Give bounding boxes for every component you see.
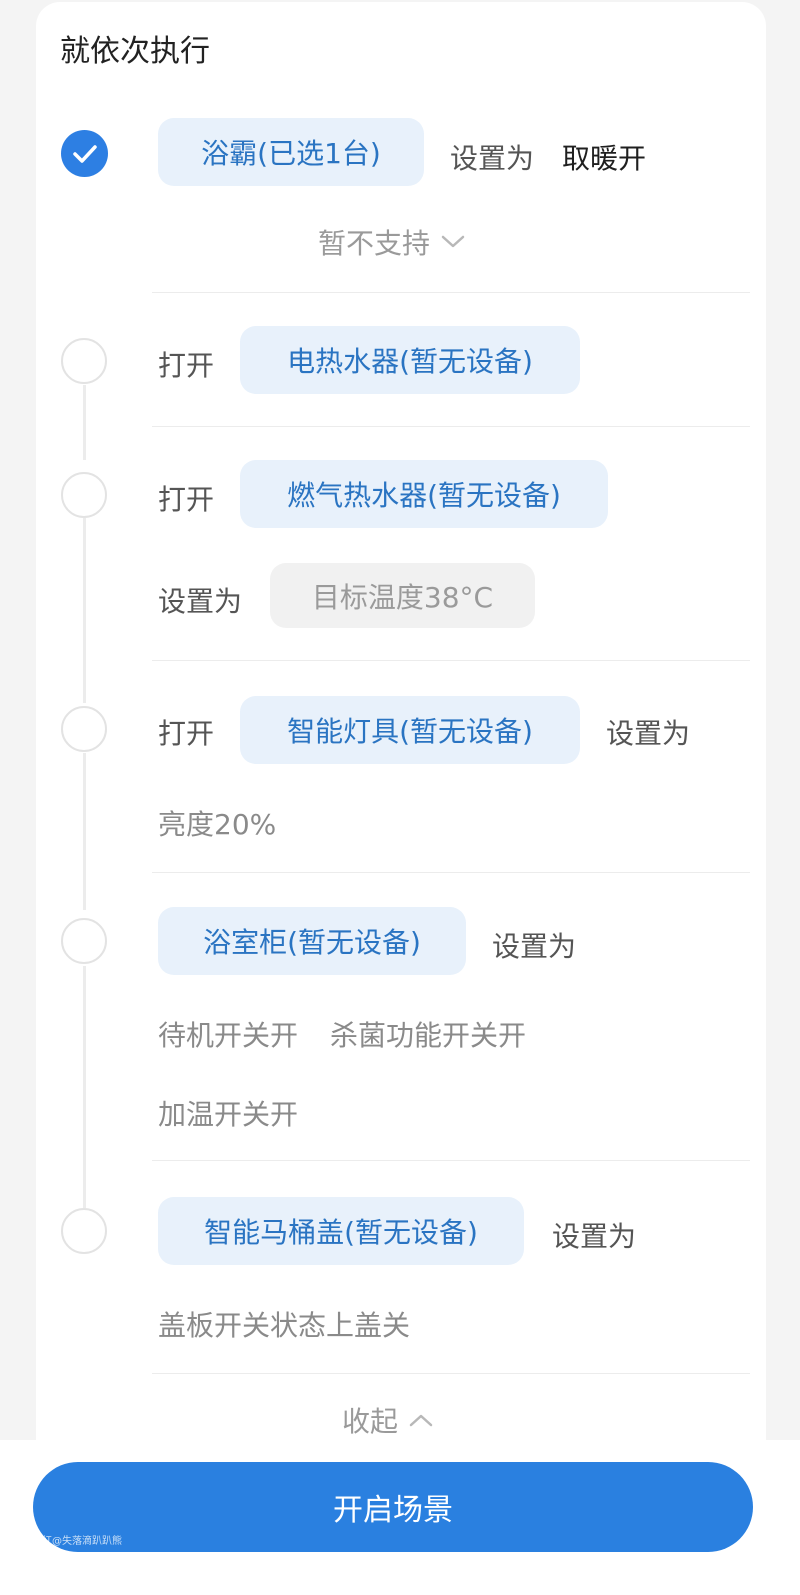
divider: [152, 1373, 750, 1374]
device-pill-bathroom-cabinet[interactable]: 浴室柜(暂无设备): [158, 907, 466, 975]
start-scene-button[interactable]: 开启场景: [33, 1462, 753, 1552]
step-2-radio[interactable]: [61, 338, 107, 384]
step-1-checkbox[interactable]: [61, 130, 108, 177]
divider: [152, 292, 750, 293]
device-pill-smart-toilet-seat[interactable]: 智能马桶盖(暂无设备): [158, 1197, 524, 1265]
chevron-down-icon: [441, 235, 465, 248]
device-pill-smart-light[interactable]: 智能灯具(暂无设备): [240, 696, 580, 764]
device-pill-gas-water-heater[interactable]: 燃气热水器(暂无设备): [240, 460, 608, 528]
divider: [152, 872, 750, 873]
device-pill-electric-water-heater[interactable]: 电热水器(暂无设备): [240, 326, 580, 394]
set-label: 设置为: [492, 930, 577, 963]
set-label: 设置为: [450, 142, 535, 175]
unsupported-dropdown[interactable]: 暂不支持: [318, 222, 466, 262]
timeline-line: [83, 385, 86, 460]
step-4-radio[interactable]: [61, 706, 107, 752]
divider: [152, 1160, 750, 1161]
step-6-radio[interactable]: [61, 1208, 107, 1254]
set-label: 设置为: [158, 585, 243, 618]
action-label: 打开: [158, 349, 215, 382]
set-label: 设置为: [606, 717, 691, 750]
device-pill-bath-heater[interactable]: 浴霸(已选1台): [158, 118, 424, 186]
action-label: 打开: [158, 717, 215, 750]
divider: [152, 660, 750, 661]
timeline-line: [83, 518, 86, 703]
brightness-value[interactable]: 亮度20%: [158, 803, 276, 843]
section-title: 就依次执行: [60, 34, 210, 69]
standby-switch-value[interactable]: 待机开关开: [158, 1014, 298, 1054]
checkmark-icon: [72, 144, 97, 163]
lid-state-value[interactable]: 盖板开关状态上盖关: [158, 1304, 410, 1344]
collapse-label: 收起: [342, 1405, 399, 1438]
collapse-toggle[interactable]: 收起: [342, 1400, 434, 1440]
action-label: 打开: [158, 483, 215, 516]
watermark: @小红@失落滴趴趴熊: [22, 1536, 122, 1547]
step-3-radio[interactable]: [61, 472, 107, 518]
heating-switch-value[interactable]: 加温开关开: [158, 1093, 298, 1133]
unsupported-label: 暂不支持: [318, 227, 431, 260]
step-5-radio[interactable]: [61, 918, 107, 964]
sterilize-switch-value[interactable]: 杀菌功能开关开: [330, 1014, 526, 1054]
step-1-value[interactable]: 取暖开: [562, 137, 646, 177]
set-label: 设置为: [552, 1220, 637, 1253]
timeline-line: [83, 753, 86, 910]
target-temperature-field[interactable]: 目标温度38°C: [270, 563, 535, 628]
chevron-up-icon: [409, 1414, 433, 1427]
divider: [152, 426, 750, 427]
timeline-line: [83, 966, 86, 1208]
